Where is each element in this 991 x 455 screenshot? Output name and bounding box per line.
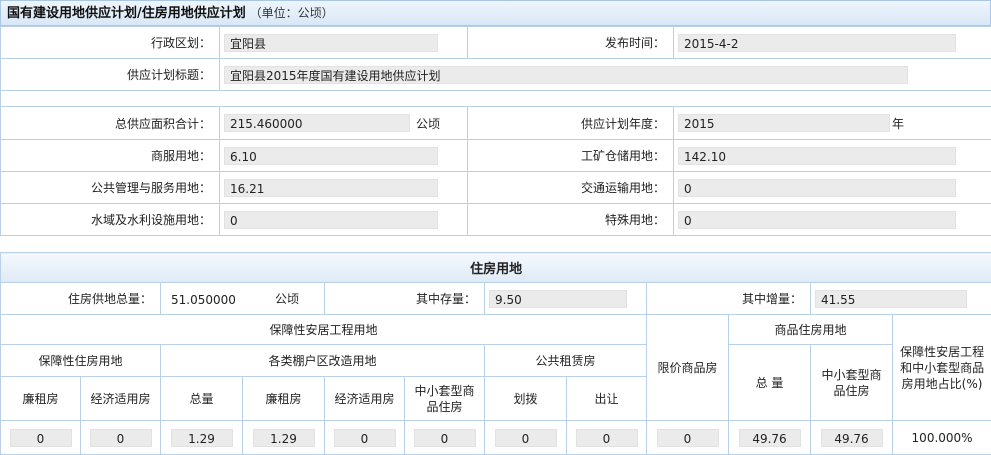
water-land-label: 水域及水利设施用地： [0,203,220,236]
allocation-value[interactable]: 0 [494,428,557,447]
region-field[interactable]: 宜阳县 [224,33,438,52]
plan-title-label: 供应计划标题： [0,58,220,91]
allocation-header: 划拨 [484,376,567,421]
transport-land-label: 交通运输用地： [467,171,674,204]
shanty-small-value[interactable]: 0 [413,428,476,447]
shanty-total-value[interactable]: 1.29 [170,428,233,447]
unit-label: （单位：公顷） [249,6,334,20]
water-land-field[interactable]: 0 [224,210,438,229]
shanty-total-header: 总量 [160,376,243,421]
industrial-land-field[interactable]: 142.10 [678,146,956,165]
shanty-low-rent-value[interactable]: 1.29 [252,428,315,447]
plan-year-label: 供应计划年度： [467,106,674,140]
price-limited-value[interactable]: 0 [656,428,719,447]
public-land-field[interactable]: 16.21 [224,178,438,197]
housing-stock-label: 其中存量： [324,282,485,315]
industrial-land-label: 工矿仓储用地： [467,139,674,172]
transport-land-field[interactable]: 0 [678,178,956,197]
shanty-economic-header: 经济适用房 [324,376,405,421]
low-rent-header: 廉租房 [0,376,81,421]
commercial-land-field[interactable]: 6.10 [224,146,438,165]
housing-increase-label: 其中增量： [646,282,811,315]
total-area-unit: 公顷 [416,116,441,131]
commercial-total-header: 总 量 [728,344,811,421]
publish-date-field[interactable]: 2015-4-2 [678,33,956,52]
commercial-small-header: 中小套型商品住房 [810,344,893,421]
shanty-renovation-header: 各类棚户区改造用地 [160,344,485,377]
transfer-value[interactable]: 0 [575,428,638,447]
commercial-small-value[interactable]: 49.76 [820,428,883,447]
economic-value[interactable]: 0 [89,428,152,447]
publish-date-label: 发布时间： [467,26,674,59]
commercial-total-value[interactable]: 49.76 [738,428,801,447]
housing-total-label: 住房供地总量： [0,282,161,315]
commercial-housing-header: 商品住房用地 [728,314,893,345]
plan-title-field[interactable]: 宜阳县2015年度国有建设用地供应计划 [224,65,908,84]
spacer-row [0,90,991,107]
plan-year-unit: 年 [892,116,905,131]
guaranteed-housing-header: 保障性住房用地 [0,344,161,377]
housing-land-table: 住房用地 住房供地总量： 51.050000 公顷 其中存量： 9.50 其中增量… [0,252,991,455]
ratio-header: 保障性安居工程和中小套型商品房用地占比(%) [891,314,991,421]
public-rental-header: 公共租赁房 [484,344,647,377]
housing-section-title: 住房用地 [0,252,991,283]
housing-total-field[interactable]: 51.050000 [165,289,261,308]
price-limited-header: 限价商品房 [646,314,729,421]
special-land-label: 特殊用地： [467,203,674,236]
plan-year-field[interactable]: 2015 [678,114,890,132]
title-bar: 国有建设用地供应计划/住房用地供应计划 （单位：公顷） [0,0,991,26]
region-label: 行政区划： [0,26,220,59]
housing-total-unit: 公顷 [275,292,300,306]
affordable-housing-header: 保障性安居工程用地 [0,314,647,345]
housing-stock-field[interactable]: 9.50 [489,289,627,308]
total-area-label: 总供应面积合计： [0,106,220,140]
low-rent-value[interactable]: 0 [9,428,72,447]
transfer-header: 出让 [566,376,647,421]
shanty-small-header: 中小套型商品住房 [404,376,485,421]
public-land-label: 公共管理与服务用地： [0,171,220,204]
total-area-field[interactable]: 215.460000 [224,114,410,132]
housing-increase-field[interactable]: 41.55 [815,289,967,308]
commercial-land-label: 商服用地： [0,139,220,172]
shanty-low-rent-header: 廉租房 [242,376,325,421]
special-land-field[interactable]: 0 [678,210,956,229]
land-supply-table: 行政区划： 宜阳县 发布时间： 2015-4-2 供应计划标题： 宜阳县2015… [0,26,991,236]
economic-header: 经济适用房 [80,376,161,421]
shanty-economic-value[interactable]: 0 [333,428,396,447]
page-title: 国有建设用地供应计划/住房用地供应计划 [7,6,246,21]
ratio-value: 100.000% [891,420,991,455]
